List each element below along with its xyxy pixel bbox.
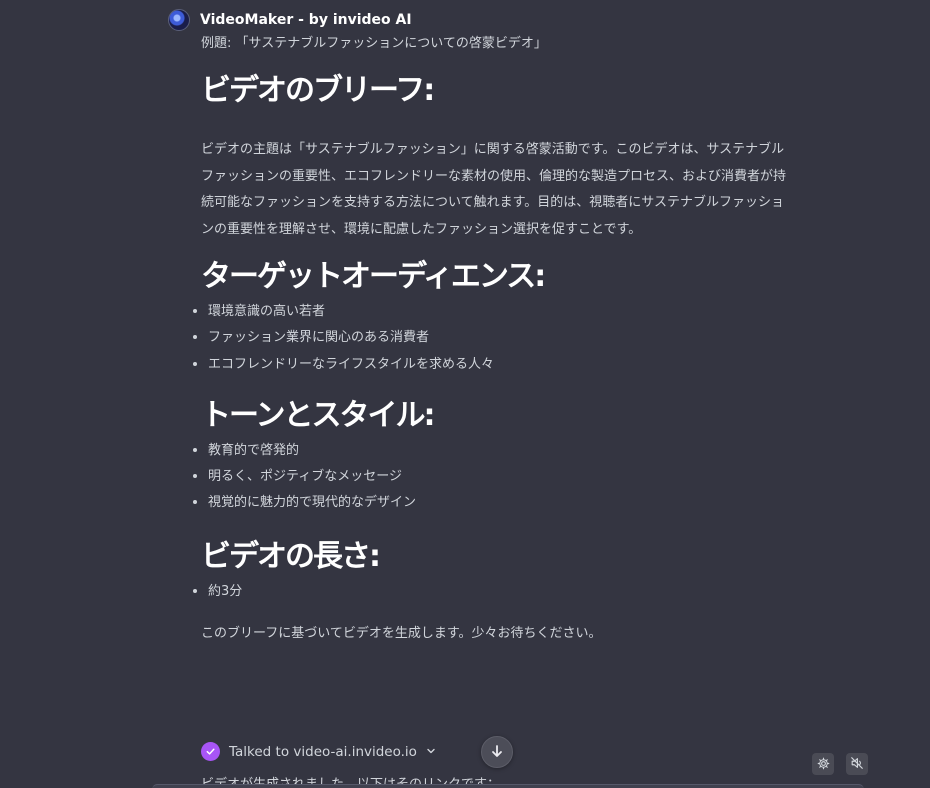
composer-edge bbox=[152, 784, 864, 788]
arrow-down-icon bbox=[490, 743, 504, 762]
closing-line: このブリーフに基づいてビデオを生成します。少々お待ちください。 bbox=[201, 626, 602, 642]
brief-paragraph: ビデオの主題は「サステナブルファッション」に関する啓蒙活動です。このビデオは、サ… bbox=[201, 142, 787, 237]
bot-name: VideoMaker - by invideo AI bbox=[200, 12, 412, 28]
example-line: 例題: 「サステナブルファッションについての啓蒙ビデオ」 bbox=[201, 36, 547, 51]
scroll-to-bottom-button[interactable] bbox=[481, 736, 513, 768]
target-list: 環境意識の高い若者 ファッション業界に関心のある消費者 エコフレンドリーなライフ… bbox=[193, 299, 783, 378]
brief-heading: ビデオのブリーフ: bbox=[201, 73, 435, 108]
plugin-call-toggle[interactable]: Talked to video-ai.invideo.io bbox=[201, 742, 436, 761]
gear-icon bbox=[817, 755, 830, 774]
list-item: 明るく、ポジティブなメッセージ bbox=[193, 464, 783, 490]
plugin-call-label: Talked to video-ai.invideo.io bbox=[229, 743, 417, 760]
assistant-message: 例題: 「サステナブルファッションについての啓蒙ビデオ」 ビデオのブリーフ: ビ… bbox=[193, 33, 791, 645]
length-heading: ビデオの長さ: bbox=[201, 538, 381, 574]
settings-button[interactable] bbox=[812, 753, 834, 775]
videomaker-logo-icon bbox=[168, 9, 190, 31]
target-heading: ターゲットオーディエンス: bbox=[201, 259, 546, 294]
speaker-muted-icon bbox=[850, 755, 864, 774]
length-list: 約3分 bbox=[193, 579, 783, 605]
list-item: 視覚的に魅力的で現代的なデザイン bbox=[193, 490, 783, 516]
list-item: ファッション業界に関心のある消費者 bbox=[193, 325, 783, 351]
mute-button[interactable] bbox=[846, 753, 868, 775]
check-circle-icon bbox=[201, 742, 220, 761]
chat-page: VideoMaker - by invideo AI 例題: 「サステナブルファ… bbox=[0, 0, 930, 788]
chevron-down-icon bbox=[426, 744, 436, 760]
list-item: エコフレンドリーなライフスタイルを求める人々 bbox=[193, 352, 783, 378]
list-item: 約3分 bbox=[193, 579, 783, 605]
bot-header: VideoMaker - by invideo AI bbox=[168, 9, 412, 31]
tone-heading: トーンとスタイル: bbox=[201, 397, 436, 433]
list-item: 教育的で啓発的 bbox=[193, 438, 783, 464]
tone-list: 教育的で啓発的 明るく、ポジティブなメッセージ 視覚的に魅力的で現代的なデザイン bbox=[193, 438, 783, 517]
list-item: 環境意識の高い若者 bbox=[193, 299, 783, 325]
